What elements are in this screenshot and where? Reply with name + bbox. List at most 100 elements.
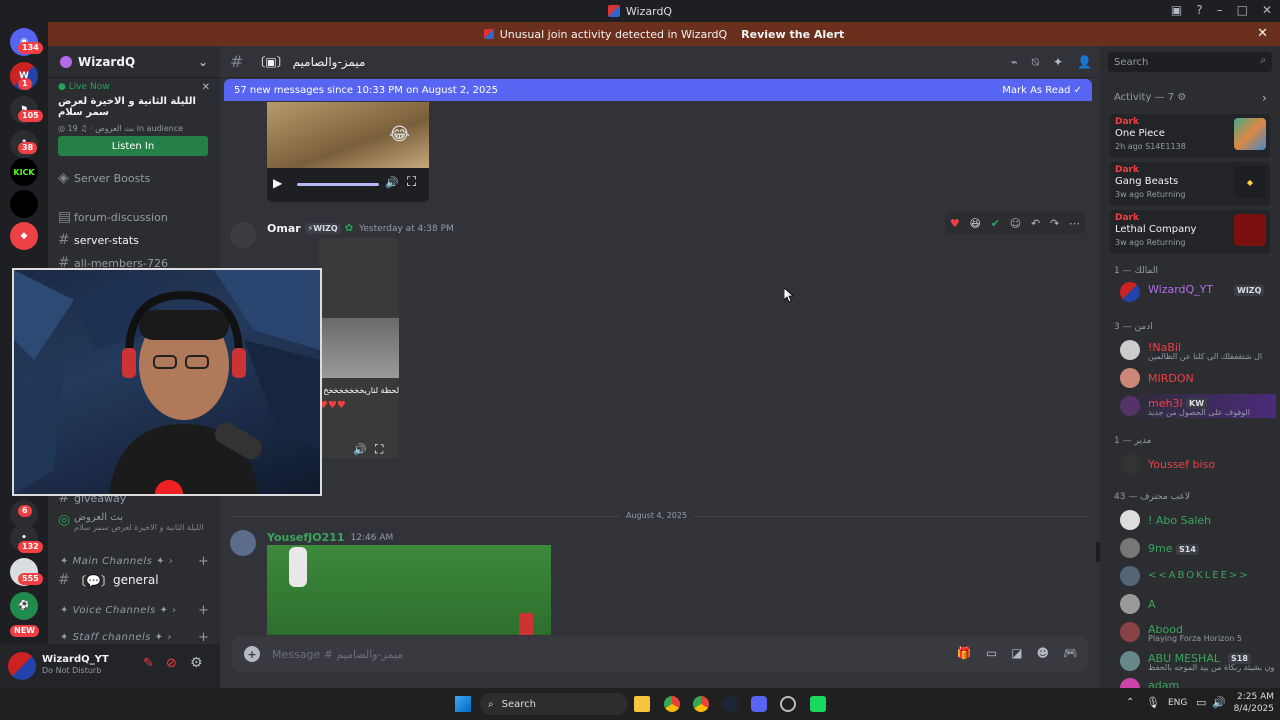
members-icon[interactable]: 👤 bbox=[1077, 55, 1092, 70]
channel-server-stats[interactable]: # server-stats bbox=[58, 230, 218, 250]
member-item[interactable]: 9me S14 bbox=[1118, 536, 1276, 560]
close-icon[interactable]: ✕ bbox=[1257, 26, 1268, 41]
server-icon bbox=[60, 55, 72, 68]
listen-in-button[interactable]: Listen In bbox=[58, 136, 208, 156]
chevron-up-icon[interactable]: ⌃ bbox=[1126, 697, 1134, 708]
add-reaction-icon[interactable]: ☺ bbox=[1010, 217, 1021, 230]
new-messages-bar[interactable]: 57 new messages since 10:33 PM on August… bbox=[224, 79, 1092, 101]
gif-icon[interactable]: ▭ bbox=[986, 646, 997, 660]
stage-channel[interactable]: ◎ بث العروض الليلة الثانية و الاخيرة لعر… bbox=[58, 512, 218, 542]
message-input[interactable]: Message # ميمز-والصاميم bbox=[272, 648, 403, 661]
member-item[interactable]: adam bbox=[1118, 676, 1276, 688]
forward-icon[interactable]: ↷ bbox=[1050, 217, 1059, 230]
fullscreen-icon[interactable]: ⛶ bbox=[407, 175, 416, 190]
threads-icon[interactable]: ⌁ bbox=[1011, 55, 1018, 70]
obs-icon[interactable] bbox=[780, 696, 796, 712]
message-author[interactable]: YousefJO211 bbox=[267, 531, 345, 544]
avatar[interactable] bbox=[230, 222, 256, 248]
minimize-button[interactable]: – bbox=[1217, 3, 1223, 17]
server-header[interactable]: WizardQ ⌄ bbox=[48, 46, 220, 78]
windows-start-icon[interactable] bbox=[455, 696, 471, 712]
channel-general[interactable]: # 〔💬〕 general bbox=[58, 570, 218, 590]
chrome-icon[interactable] bbox=[664, 696, 680, 712]
mic-icon[interactable]: 🎙 bbox=[1146, 696, 1160, 709]
member-item[interactable]: MIRDON bbox=[1118, 366, 1276, 390]
file-explorer-icon[interactable] bbox=[634, 696, 650, 712]
network-icon[interactable]: ▭ bbox=[1196, 696, 1206, 709]
message-author[interactable]: Omar bbox=[267, 222, 301, 235]
server-icon[interactable]: ⚽ bbox=[10, 592, 38, 620]
heart-reaction-icon[interactable]: ♥ bbox=[950, 217, 960, 230]
chevron-right-icon[interactable]: › bbox=[1262, 91, 1267, 105]
volume-icon[interactable]: 🔊 bbox=[353, 443, 367, 456]
member-item[interactable]: WizardQ_YT WIZQ bbox=[1118, 280, 1276, 304]
member-item[interactable]: ABU MESHAL S18 ي يهون بشيئة ربكاة من بيد… bbox=[1118, 649, 1276, 673]
member-item[interactable]: meh3l KW الوقوف على الحصول من جديد bbox=[1118, 394, 1276, 418]
category-voice-channels[interactable]: ✦ Voice Channels ✦ › + bbox=[60, 603, 209, 618]
notification-bell-icon[interactable]: ⍉ bbox=[1032, 55, 1039, 70]
fullscreen-icon[interactable]: ⛶ bbox=[375, 442, 383, 457]
app-icon[interactable] bbox=[810, 696, 826, 712]
mark-as-read-button[interactable]: Mark As Read ✓ bbox=[1002, 85, 1082, 96]
close-icon[interactable]: ✕ bbox=[202, 82, 210, 93]
add-attachment-icon[interactable]: + bbox=[244, 646, 260, 662]
video-embed[interactable]: لحظة لتاريخخخخخخخخ ♥♥♥ 🔊 ⛶ bbox=[319, 238, 399, 458]
language-indicator[interactable]: ENG bbox=[1168, 698, 1187, 708]
chevron-down-icon[interactable]: ⌄ bbox=[198, 55, 208, 69]
volume-icon[interactable]: 🔊 bbox=[385, 176, 399, 189]
member-item[interactable]: Abood Playing Forza Horizon 5 bbox=[1118, 620, 1276, 644]
avatar[interactable] bbox=[8, 652, 36, 680]
play-icon[interactable]: ▶ bbox=[273, 176, 282, 190]
maximize-button[interactable]: □ bbox=[1237, 3, 1248, 17]
add-channel-icon[interactable]: + bbox=[198, 554, 209, 569]
avatar[interactable] bbox=[230, 530, 256, 556]
sticker-icon[interactable]: ◪ bbox=[1011, 646, 1022, 660]
discord-icon[interactable] bbox=[751, 696, 767, 712]
chrome-icon[interactable] bbox=[693, 696, 709, 712]
close-window-button[interactable]: ✕ bbox=[1262, 3, 1272, 17]
category-staff-channels[interactable]: ✦ Staff channels ✦ › + bbox=[60, 630, 209, 645]
search-input[interactable]: Search ⌕ bbox=[1108, 52, 1272, 72]
football-image[interactable] bbox=[267, 545, 551, 635]
gear-icon[interactable]: ⚙ bbox=[1177, 92, 1186, 103]
member-item[interactable]: !NaBil ال شتقفقلك الي كلنا عن الظالمين bbox=[1118, 338, 1276, 362]
video-progress-bar[interactable] bbox=[297, 183, 379, 186]
gear-icon[interactable]: ⚙ bbox=[190, 655, 203, 671]
user-name[interactable]: WizardQ_YT bbox=[42, 654, 109, 665]
server-icon[interactable] bbox=[10, 190, 38, 218]
meme-image[interactable]: 😂 bbox=[267, 102, 429, 168]
steam-icon[interactable] bbox=[722, 696, 738, 712]
activity-card[interactable]: Dark One Piece 2h ago S14E1138 bbox=[1110, 114, 1270, 158]
clock[interactable]: 2:25 AM 8/4/2025 bbox=[1230, 691, 1274, 715]
add-channel-icon[interactable]: + bbox=[198, 603, 209, 618]
inbox-icon[interactable]: ▣ bbox=[1171, 3, 1182, 17]
gift-icon[interactable]: 🎁 bbox=[957, 646, 972, 660]
member-item[interactable]: ! Abo Saleh bbox=[1118, 508, 1276, 532]
channel-forum-discussion[interactable]: ▤ forum-discussion bbox=[58, 207, 218, 227]
review-alert-button[interactable]: Review the Alert bbox=[741, 28, 844, 41]
laugh-reaction-icon[interactable]: 😆 bbox=[970, 217, 981, 230]
activity-card[interactable]: Dark Gang Beasts 3w ago Returning ◆ bbox=[1110, 162, 1270, 206]
reply-icon[interactable]: ↶ bbox=[1031, 217, 1040, 230]
more-icon[interactable]: ⋯ bbox=[1069, 217, 1080, 230]
channel-server-boosts[interactable]: ◈ Server Boosts bbox=[58, 168, 218, 188]
gamepad-icon[interactable]: 🎮 bbox=[1063, 646, 1078, 660]
message-composer[interactable]: + Message # ميمز-والصاميم 🎁 ▭ ◪ ☻ 🎮 bbox=[232, 636, 1088, 672]
category-main-channels[interactable]: ✦ Main Channels ✦ › + bbox=[60, 554, 209, 569]
member-item[interactable]: A bbox=[1118, 592, 1276, 616]
add-channel-icon[interactable]: + bbox=[198, 630, 209, 645]
server-icon[interactable]: ◆ bbox=[10, 222, 38, 250]
mic-muted-icon[interactable]: ✎ bbox=[143, 656, 154, 671]
member-item[interactable]: Youssef biso bbox=[1118, 452, 1276, 476]
taskbar-search[interactable]: ⌕ Search bbox=[480, 693, 628, 715]
help-icon[interactable]: ? bbox=[1196, 3, 1202, 17]
volume-icon[interactable]: 🔊 bbox=[1212, 696, 1226, 709]
emoji-icon[interactable]: ☻ bbox=[1037, 646, 1050, 660]
activity-header[interactable]: Activity — 7 ⚙ bbox=[1114, 92, 1186, 103]
member-item[interactable]: <<ABOKLEE>> bbox=[1118, 564, 1276, 588]
activity-card[interactable]: Dark Lethal Company 3w ago Returning bbox=[1110, 210, 1270, 254]
headphones-deafened-icon[interactable]: ⊘ bbox=[166, 656, 177, 671]
check-reaction-icon[interactable]: ✔ bbox=[991, 217, 1000, 230]
server-kick-icon[interactable]: KICK bbox=[10, 158, 38, 186]
pin-icon[interactable]: ✦ bbox=[1053, 55, 1063, 70]
